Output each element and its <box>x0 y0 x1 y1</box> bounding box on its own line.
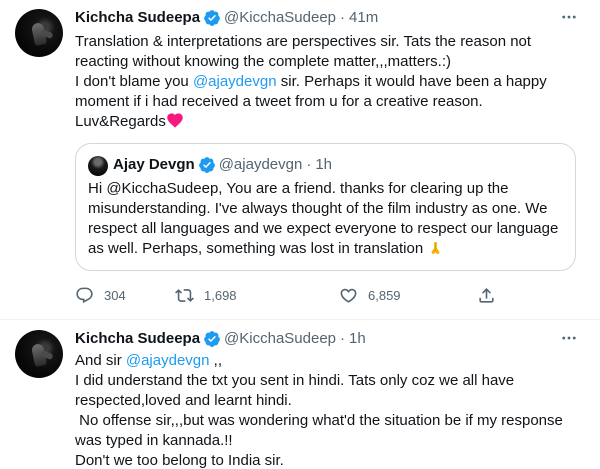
quoted-tweet[interactable]: Ajay Devgn @ajaydevgn · 1h Hi @KicchaSud… <box>75 143 576 271</box>
tweet-header: Kichcha Sudeepa @KicchaSudeep · 1h <box>75 329 366 349</box>
tweet-kicchasudeep-main[interactable]: Kichcha Sudeepa @KicchaSudeep · 41m Tran… <box>0 0 600 320</box>
avatar-kicchasudeep[interactable] <box>15 330 63 378</box>
quoted-tweet-text: Hi @KicchaSudeep, You are a friend. than… <box>88 179 568 259</box>
tweet-actions-bar: 304 1,698 6,859 <box>75 284 515 306</box>
like-icon <box>340 288 357 303</box>
tweet-text-line: respected,loved and learnt hindi. <box>75 392 292 409</box>
quoted-author-name[interactable]: Ajay Devgn <box>113 155 195 175</box>
retweet-button[interactable]: 1,698 <box>175 284 237 306</box>
tweet-text-line: reacting without knowing the complete ma… <box>75 53 452 70</box>
avatar-ajaydevgn[interactable] <box>88 156 108 176</box>
more-options-icon[interactable] <box>558 6 580 28</box>
tweet-text-line: Luv&Regards <box>75 112 575 132</box>
tweet-kicchasudeep-reply[interactable]: Kichcha Sudeepa @KicchaSudeep · 1h And s… <box>0 320 600 469</box>
tweet-text: Translation & interpretations are perspe… <box>75 32 575 132</box>
more-options-icon[interactable] <box>558 327 580 349</box>
tweet-text-line: was typed in kannada.!! <box>75 432 233 449</box>
tweet-text-line: Don't we too belong to India sir. <box>75 452 284 469</box>
mention-link[interactable]: @ajaydevgn <box>193 73 277 90</box>
tweet-text-line: Translation & interpretations are perspe… <box>75 33 532 50</box>
tweet-text: And sir @ajaydevgn ,, I did understand t… <box>75 351 575 469</box>
retweet-icon <box>175 288 194 302</box>
quoted-author-handle[interactable]: @ajaydevgn <box>219 155 303 175</box>
separator-dot: · <box>340 330 346 347</box>
avatar-kicchasudeep[interactable] <box>15 9 63 57</box>
verified-badge-icon <box>198 157 215 173</box>
tweet-text-line: I don't blame you @ajaydevgn sir. Perhap… <box>75 72 575 92</box>
quoted-text-line: misunderstanding. I've always thought of… <box>88 200 548 217</box>
quoted-text-line: Hi @KicchaSudeep, You are a friend. than… <box>88 180 509 197</box>
reply-count: 304 <box>104 287 126 303</box>
reply-button[interactable]: 304 <box>75 284 126 306</box>
folded-hands-emoji-icon <box>431 242 440 255</box>
separator-dot: · <box>306 156 312 173</box>
text-fragment: And sir <box>75 352 126 369</box>
tweet-text-line: No offense sir,,,but was wondering what'… <box>75 412 563 429</box>
author-name[interactable]: Kichcha Sudeepa <box>75 8 200 28</box>
quoted-text-line: respect all languages and we expect ever… <box>88 220 559 237</box>
tweet-header: Kichcha Sudeepa @KicchaSudeep · 41m <box>75 8 378 28</box>
author-handle[interactable]: @KicchaSudeep <box>224 8 336 28</box>
text-fragment: sir. Perhaps it would have been a happy <box>276 73 547 90</box>
heart-emoji-icon <box>167 113 183 128</box>
share-icon <box>479 287 494 303</box>
share-button[interactable] <box>477 284 496 306</box>
text-fragment: ,, <box>209 352 222 369</box>
text-fragment: as well. Perhaps, something was lost in … <box>88 240 428 257</box>
verified-badge-icon <box>204 331 220 347</box>
quoted-text-line: as well. Perhaps, something was lost in … <box>88 239 568 259</box>
retweet-count: 1,698 <box>204 287 237 303</box>
author-name[interactable]: Kichcha Sudeepa <box>75 329 200 349</box>
tweet-text-line: moment if i had received a tweet from u … <box>75 93 483 110</box>
quoted-tweet-header: Ajay Devgn @ajaydevgn · 1h <box>113 155 332 175</box>
text-fragment: Luv&Regards <box>75 113 166 130</box>
reply-icon <box>76 287 93 303</box>
like-button[interactable]: 6,859 <box>339 284 401 306</box>
author-handle[interactable]: @KicchaSudeep <box>224 329 336 349</box>
text-fragment: I don't blame you <box>75 73 193 90</box>
tweet-timestamp[interactable]: 1h <box>349 329 366 349</box>
tweet-timestamp[interactable]: 41m <box>349 8 378 28</box>
tweet-text-line: I did understand the txt you sent in hin… <box>75 372 515 389</box>
separator-dot: · <box>340 9 346 26</box>
like-count: 6,859 <box>368 287 401 303</box>
tweet-text-line: And sir @ajaydevgn ,, <box>75 351 575 371</box>
quoted-tweet-timestamp[interactable]: 1h <box>315 155 332 175</box>
verified-badge-icon <box>204 10 220 26</box>
mention-link[interactable]: @ajaydevgn <box>126 352 210 369</box>
